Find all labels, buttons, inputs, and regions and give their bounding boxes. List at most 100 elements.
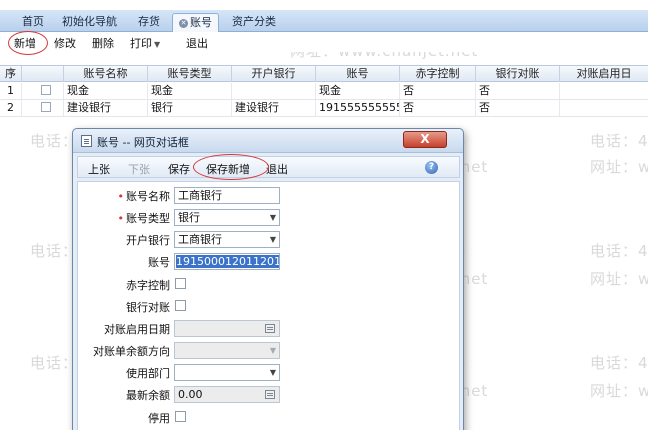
tab-inventory[interactable]: 存货: [132, 13, 166, 32]
page: 电话：400-665-0028 网址：www.chanjet.net 电话：40…: [0, 0, 648, 430]
cell-name: 建设银行: [64, 100, 148, 116]
disabled-label: 停用: [148, 412, 170, 425]
watermark-site-right: 网址：ww: [590, 382, 648, 400]
chevron-down-icon: ▼: [269, 368, 276, 377]
chevron-down-icon: ▼: [154, 40, 161, 49]
cell-index: 2: [0, 100, 22, 116]
bank-label: 开户银行: [126, 234, 170, 247]
cell-account: 191555555555: [316, 100, 400, 116]
cell-index: 1: [0, 83, 22, 99]
watermark-phone-right: 电话：40: [590, 132, 648, 150]
cell-type: 现金: [148, 83, 232, 99]
reconcile-checkbox[interactable]: [175, 300, 186, 311]
account-name-input[interactable]: 工商银行: [174, 187, 280, 204]
department-label: 使用部门: [126, 367, 170, 380]
prev-button[interactable]: 上张: [88, 161, 110, 177]
dialog-title: 账号 -- 网页对话框: [97, 136, 189, 149]
row-checkbox[interactable]: [41, 85, 51, 95]
cell-deficit: 否: [400, 100, 476, 116]
cell-name: 现金: [64, 83, 148, 99]
name-label: • 账号名称: [78, 188, 171, 204]
grid-header: 序号 账号名称 账号类型 开户银行 账号 赤字控制 银行对账 对账启用日: [0, 65, 648, 96]
col-header-account[interactable]: 账号: [316, 66, 400, 82]
tab-asset-category[interactable]: 资产分类: [226, 13, 282, 32]
row-checkbox[interactable]: [41, 102, 51, 112]
main-toolbar: 新增 修改 删除 打印 ▼ 退出: [0, 32, 648, 52]
document-icon: [81, 135, 92, 147]
department-select[interactable]: ▼: [174, 364, 280, 381]
account-number-input[interactable]: 191500012011201: [174, 253, 280, 270]
print-label: 打印: [130, 37, 152, 50]
col-header-index[interactable]: 序号: [0, 66, 22, 96]
watermark-phone-right: 电话：40: [590, 242, 648, 260]
start-date-input: [174, 320, 280, 337]
help-icon[interactable]: ?: [425, 161, 438, 174]
tab-account[interactable]: ✕ 账号: [172, 13, 219, 32]
balance-label: 最新余额: [126, 389, 170, 402]
cell-bank: [232, 83, 316, 99]
deficit-label: 赤字控制: [126, 279, 170, 292]
table-row[interactable]: 2 建设银行 银行 建设银行 191555555555 否 否: [0, 100, 648, 117]
delete-button[interactable]: 删除: [92, 35, 114, 51]
col-header-bank[interactable]: 开户银行: [232, 66, 316, 82]
col-header-reconcile[interactable]: 银行对账: [476, 66, 560, 82]
close-button[interactable]: X: [403, 131, 447, 148]
cell-select: [22, 83, 64, 99]
deficit-checkbox[interactable]: [175, 278, 186, 289]
cell-account: 现金: [316, 83, 400, 99]
save-and-new-button[interactable]: 保存新增: [206, 161, 250, 177]
account-type-select[interactable]: 银行 ▼: [174, 209, 280, 226]
required-mark: •: [117, 212, 125, 225]
cell-reconcile: 否: [476, 83, 560, 99]
watermark-phone-right: 电话：40: [590, 354, 648, 372]
bank-value: 工商银行: [178, 233, 222, 246]
balance-direction-label: 对账单余额方向: [93, 345, 170, 358]
watermark-site-right: 网址：ww: [590, 270, 648, 288]
account-label: 账号: [148, 256, 170, 269]
close-icon[interactable]: ✕: [179, 19, 188, 28]
calendar-icon: [265, 324, 275, 333]
cell-select: [22, 100, 64, 116]
cell-bank: 建设银行: [232, 100, 316, 116]
edit-button[interactable]: 修改: [54, 35, 76, 51]
account-type-value: 银行: [178, 211, 200, 224]
dialog-toolbar: 上张 下张 保存 保存新增 退出 ?: [77, 156, 460, 178]
col-header-select[interactable]: [22, 66, 64, 82]
chevron-down-icon: ▼: [269, 235, 276, 244]
tab-init-nav[interactable]: 初始化导航: [56, 13, 123, 32]
tab-bar: 首页 初始化导航 存货 ✕ 账号 资产分类: [0, 10, 648, 32]
col-header-deficit[interactable]: 赤字控制: [400, 66, 476, 82]
start-date-label: 对账启用日期: [104, 323, 170, 336]
balance-value: 0.00: [178, 388, 203, 401]
calculator-icon: [265, 390, 275, 399]
watermark-site-right: 网址：ww: [590, 158, 648, 176]
col-header-name[interactable]: 账号名称: [64, 66, 148, 82]
print-button[interactable]: 打印 ▼: [130, 35, 160, 51]
type-label: • 账号类型: [78, 210, 171, 226]
col-header-type[interactable]: 账号类型: [148, 66, 232, 82]
chevron-down-icon: ▼: [269, 346, 276, 355]
cell-reconcile: 否: [476, 100, 560, 116]
table-row[interactable]: 1 现金 现金 现金 否 否: [0, 83, 648, 100]
type-label-text: 账号类型: [126, 212, 170, 225]
cell-start-date: [560, 83, 648, 99]
col-header-start-date[interactable]: 对账启用日: [560, 66, 648, 82]
disabled-checkbox[interactable]: [175, 411, 186, 422]
tab-account-label: 账号: [190, 16, 212, 29]
cell-deficit: 否: [400, 83, 476, 99]
bank-select[interactable]: 工商银行 ▼: [174, 231, 280, 248]
required-mark: •: [117, 190, 125, 203]
balance-direction-select: ▼: [174, 342, 280, 359]
tab-home[interactable]: 首页: [16, 13, 50, 32]
reconcile-label: 银行对账: [126, 301, 170, 314]
dialog-title-bar[interactable]: 账号 -- 网页对话框 X: [73, 129, 463, 153]
dialog-exit-button[interactable]: 退出: [266, 161, 288, 177]
account-number-value: 191500012011201: [176, 255, 280, 268]
name-label-text: 账号名称: [126, 190, 170, 203]
account-dialog: 账号 -- 网页对话框 X 上张 下张 保存 保存新增 退出 ? • 账号名称 工…: [72, 128, 464, 430]
next-button[interactable]: 下张: [128, 161, 150, 177]
save-button[interactable]: 保存: [168, 161, 190, 177]
cell-start-date: [560, 100, 648, 116]
exit-button[interactable]: 退出: [186, 35, 208, 51]
new-button[interactable]: 新增: [14, 35, 36, 51]
